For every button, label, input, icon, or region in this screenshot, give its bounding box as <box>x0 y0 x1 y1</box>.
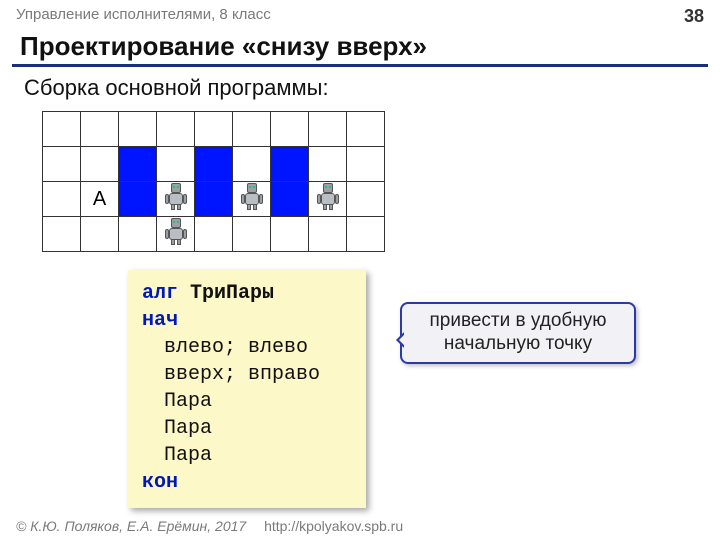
code-line: влево; влево <box>142 334 352 361</box>
robot-icon <box>163 183 189 209</box>
alg-name: ТриПары <box>190 282 274 305</box>
code-block: алг ТриПары нач влево; влево вверх; впра… <box>128 270 366 508</box>
page-number: 38 <box>684 6 704 27</box>
slide-title: Проектирование «снизу вверх» <box>0 27 720 64</box>
footer-url: http://kpolyakov.spb.ru <box>264 518 403 534</box>
kw-begin: нач <box>142 309 178 332</box>
copyright: © К.Ю. Поляков, Е.А. Ерёмин, 2017 <box>16 518 246 534</box>
kw-end: кон <box>142 471 178 494</box>
slide-subtitle: Сборка основной программы: <box>0 75 720 111</box>
kw-alg: алг <box>142 282 178 305</box>
callout-box: привести в удобную начальную точку <box>400 302 636 364</box>
code-line: Пара <box>142 442 352 469</box>
footer: © К.Ю. Поляков, Е.А. Ерёмин, 2017 http:/… <box>16 518 403 534</box>
grid-diagram: А <box>42 111 720 252</box>
code-line: вверх; вправо <box>142 361 352 388</box>
callout-line: привести в удобную <box>412 310 624 333</box>
code-line: Пара <box>142 388 352 415</box>
topic-label: Управление исполнителями, 8 класс <box>16 6 271 27</box>
code-line: Пара <box>142 415 352 442</box>
robot-icon <box>163 218 189 244</box>
robot-icon <box>239 183 265 209</box>
robot-icon <box>315 183 341 209</box>
title-rule <box>12 64 708 67</box>
cell-label-A: А <box>81 182 119 217</box>
callout-line: начальную точку <box>412 333 624 356</box>
